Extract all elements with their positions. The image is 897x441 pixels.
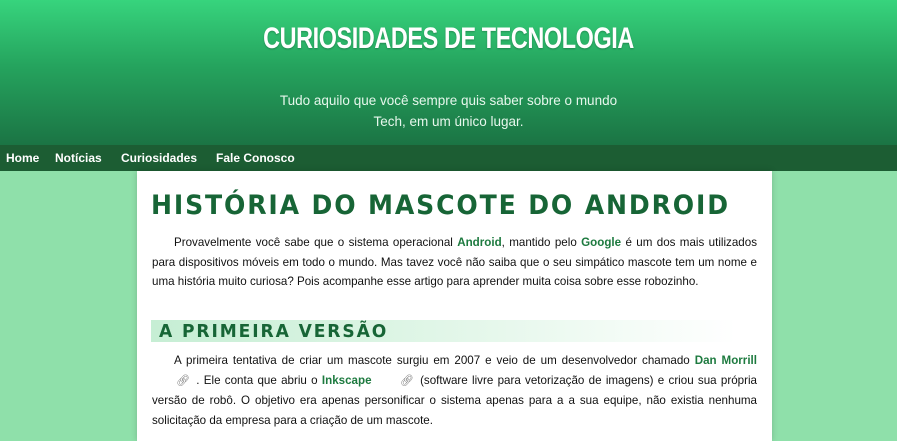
intro-paragraph: Provavelmente você sabe que o sistema op… [152,233,757,292]
nav-item-fale-conosco[interactable]: Fale Conosco [216,151,295,165]
link-icon: 🔗︎ [399,374,414,387]
article-title: HISTÓRIA DO MASCOTE DO ANDROID [151,190,730,221]
section-heading-primeira-versao: A PRIMEIRA VERSÃO [151,320,736,342]
site-subtitle: Tudo aquilo que você sempre quis saber s… [0,90,897,132]
intro-text-1: Provavelmente você sabe que o sistema op… [174,236,458,249]
section-heading-text: A PRIMEIRA VERSÃO [159,321,389,342]
nav-item-noticias[interactable]: Notícias [55,151,102,165]
site-subtitle-line-1: Tudo aquilo que você sempre quis saber s… [279,93,618,108]
main-nav: Home Notícias Curiosidades Fale Conosco [0,145,897,171]
intro-text-2: , mantido pelo [501,236,582,249]
article-card: HISTÓRIA DO MASCOTE DO ANDROID Provavelm… [137,171,772,441]
nav-item-curiosidades[interactable]: Curiosidades [121,151,197,165]
nav-item-home[interactable]: Home [6,151,39,165]
section1-text-1: A primeira tentativa de criar um mascote… [174,354,695,367]
site-subtitle-line-2: Tech, em um único lugar. [373,114,524,129]
dan-morrill-link[interactable]: Dan Morrill [695,354,757,367]
link-icon: 🔗︎ [176,374,190,387]
section1-paragraph: A primeira tentativa de criar um mascote… [152,351,757,430]
site-title: CURIOSIDADES DE TECNOLOGIA [263,22,634,55]
google-keyword: Google [581,236,622,249]
site-header: CURIOSIDADES DE TECNOLOGIA Tudo aquilo q… [0,0,897,145]
section1-text-2: . Ele conta que abriu o [191,373,322,387]
inkscape-link[interactable]: Inkscape [322,374,372,387]
android-keyword: Android [457,236,502,249]
